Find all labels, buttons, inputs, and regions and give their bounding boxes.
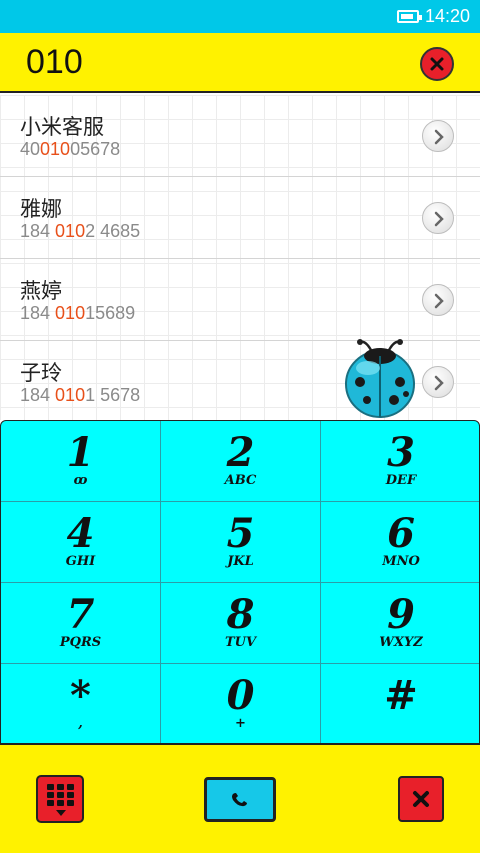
toggle-keypad-button[interactable] <box>36 775 84 823</box>
contact-name: 小米客服 <box>20 115 104 139</box>
key-7[interactable]: 7 PQRS <box>1 583 161 664</box>
contact-detail-button[interactable] <box>422 284 454 316</box>
contact-number: 184 0101 5678 <box>20 385 141 405</box>
dial-input-bar: 010 <box>0 33 480 93</box>
phone-call-icon <box>232 793 247 807</box>
keypad-toggle-icon <box>47 784 74 816</box>
match-highlight: 010 <box>55 221 86 241</box>
key-hash[interactable]: # <box>321 664 479 743</box>
close-icon <box>430 57 444 71</box>
status-bar: 14:20 <box>0 0 480 33</box>
key-star[interactable]: *, <box>1 664 161 743</box>
key-9[interactable]: 9 WXYZ <box>321 583 479 664</box>
contact-name: 雅娜 <box>20 197 62 221</box>
dialed-number-field[interactable]: 010 <box>26 43 83 82</box>
key-1[interactable]: 1ꝏ <box>1 421 161 502</box>
contact-number: 184 0102 4685 <box>20 221 141 241</box>
contact-number: 4001005678 <box>20 139 121 159</box>
contact-detail-button[interactable] <box>422 120 454 152</box>
battery-icon <box>397 10 422 23</box>
contact-row[interactable]: 雅娜 184 0102 4685 <box>0 177 480 259</box>
contact-name: 子玲 <box>20 361 62 385</box>
status-time: 14:20 <box>425 6 471 26</box>
match-highlight: 010 <box>55 303 86 323</box>
close-dialer-button[interactable] <box>398 776 444 822</box>
ladybug-icon <box>345 339 415 418</box>
contact-row[interactable]: 小米客服 4001005678 <box>0 95 480 177</box>
key-4[interactable]: 4 GHI <box>1 502 161 583</box>
key-5[interactable]: 5 JKL <box>161 502 321 583</box>
contact-number: 184 01015689 <box>20 303 136 323</box>
dial-keypad: 1ꝏ 2 ABC 3 DEF 4 GHI 5 JKL 6 MNO 7 PQRS 8 TUV 9… <box>0 420 480 744</box>
chevron-right-icon <box>434 129 444 145</box>
match-highlight: 010 <box>40 139 71 159</box>
chevron-right-icon <box>434 375 444 391</box>
key-0[interactable]: 0 + <box>161 664 321 743</box>
close-icon <box>413 791 429 807</box>
chevron-right-icon <box>434 211 444 227</box>
contact-detail-button[interactable] <box>422 202 454 234</box>
chevron-right-icon <box>434 293 444 309</box>
contact-row[interactable]: 燕婷 184 01015689 <box>0 259 480 341</box>
key-6[interactable]: 6 MNO <box>321 502 479 583</box>
match-highlight: 010 <box>55 385 86 405</box>
contact-detail-button[interactable] <box>422 366 454 398</box>
voicemail-icon: ꝏ <box>73 473 88 488</box>
call-button[interactable] <box>204 777 276 822</box>
key-3[interactable]: 3 DEF <box>321 421 479 502</box>
key-2[interactable]: 2 ABC <box>161 421 321 502</box>
dialer-action-bar <box>0 744 480 853</box>
clear-input-button[interactable] <box>420 47 454 81</box>
key-8[interactable]: 8 TUV <box>161 583 321 664</box>
contact-name: 燕婷 <box>20 279 62 303</box>
